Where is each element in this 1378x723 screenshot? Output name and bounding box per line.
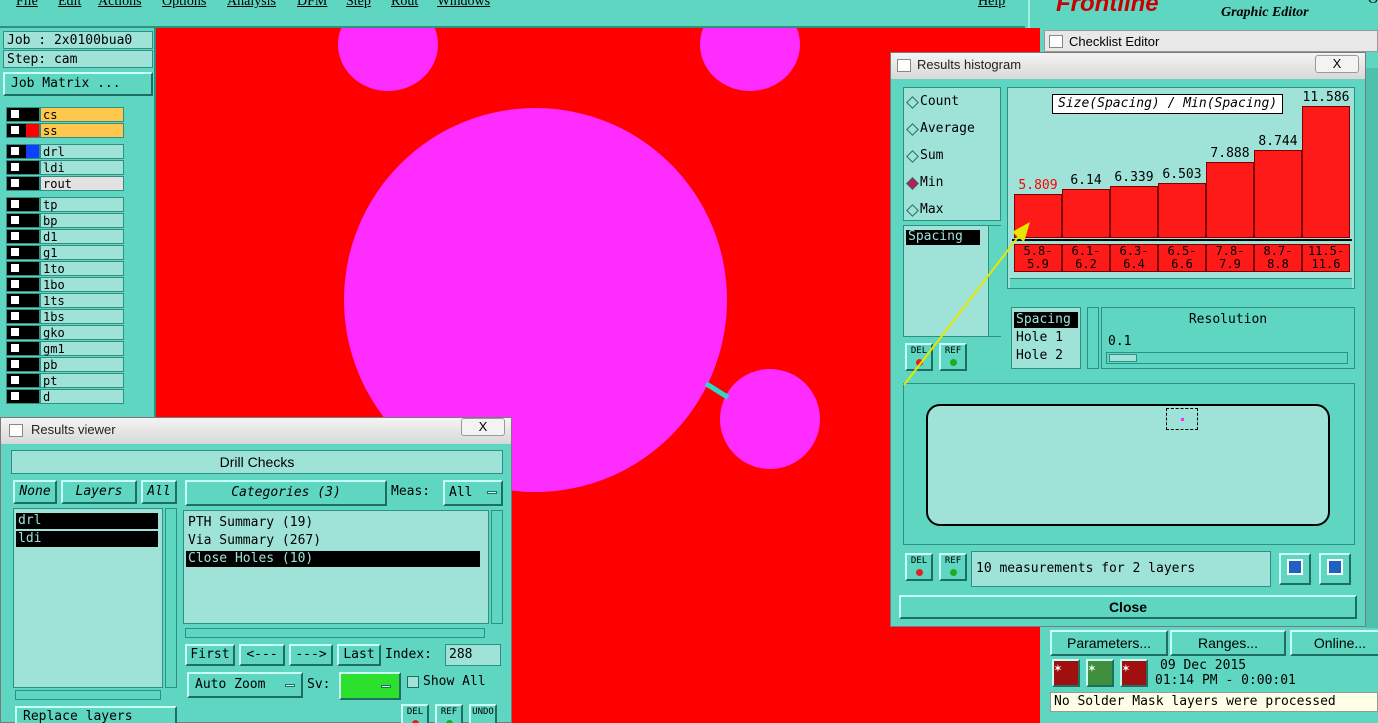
meas-select[interactable]: All bbox=[443, 480, 503, 506]
none-button[interactable]: None bbox=[13, 480, 57, 504]
show-all-label: Show All bbox=[423, 674, 486, 689]
section-header: Drill Checks bbox=[11, 450, 503, 474]
results-viewer-window: Results viewer X Drill Checks None Layer… bbox=[0, 417, 512, 723]
layer-results-list[interactable]: drl ldi bbox=[13, 508, 163, 688]
result-layer-item[interactable]: drl bbox=[16, 513, 158, 529]
first-button[interactable]: First bbox=[185, 644, 235, 666]
layers-button[interactable]: Layers bbox=[61, 480, 137, 504]
index-input[interactable]: 288 bbox=[445, 644, 501, 666]
all-button[interactable]: All bbox=[141, 480, 177, 504]
arrow-line bbox=[903, 231, 1023, 386]
category-item[interactable]: Via Summary (267) bbox=[186, 533, 480, 549]
del-button[interactable]: DEL bbox=[401, 704, 429, 723]
index-label: Index: bbox=[385, 647, 432, 662]
show-all-checkbox[interactable] bbox=[407, 676, 419, 688]
zoom-value: Auto Zoom bbox=[195, 677, 266, 692]
undo-button[interactable]: UNDO bbox=[469, 704, 497, 723]
category-scrollbar[interactable] bbox=[491, 510, 503, 624]
close-icon[interactable]: X bbox=[461, 418, 505, 436]
next-button[interactable]: ---> bbox=[289, 644, 333, 666]
dropdown-icon bbox=[381, 685, 391, 688]
result-layer-item[interactable]: ldi bbox=[16, 531, 158, 547]
categories-button[interactable]: Categories (3) bbox=[185, 480, 387, 506]
replace-layers-menu[interactable]: Replace layers bbox=[15, 706, 177, 723]
zoom-select[interactable]: Auto Zoom bbox=[187, 672, 303, 698]
category-hscrollbar[interactable] bbox=[185, 628, 485, 638]
app-icon bbox=[9, 424, 23, 437]
last-button[interactable]: Last bbox=[337, 644, 381, 666]
arrow-head bbox=[1012, 222, 1030, 242]
category-item[interactable]: Close Holes (10) bbox=[186, 551, 480, 567]
severity-select[interactable] bbox=[339, 672, 401, 700]
dropdown-icon bbox=[487, 491, 497, 494]
viewer-titlebar[interactable]: Results viewer X bbox=[1, 418, 511, 444]
layer-scrollbar[interactable] bbox=[165, 508, 177, 688]
meas-label: Meas: bbox=[391, 484, 431, 499]
meas-value: All bbox=[449, 485, 473, 500]
category-list[interactable]: PTH Summary (19) Via Summary (267) Close H… bbox=[183, 510, 489, 624]
dropdown-icon bbox=[285, 684, 295, 687]
sv-label: Sv: bbox=[307, 677, 331, 692]
category-item[interactable]: PTH Summary (19) bbox=[186, 515, 480, 531]
prev-button[interactable]: <--- bbox=[239, 644, 285, 666]
ref-button[interactable]: REF bbox=[435, 704, 463, 723]
layer-hscrollbar[interactable] bbox=[15, 690, 161, 700]
viewer-title: Results viewer bbox=[31, 422, 116, 437]
